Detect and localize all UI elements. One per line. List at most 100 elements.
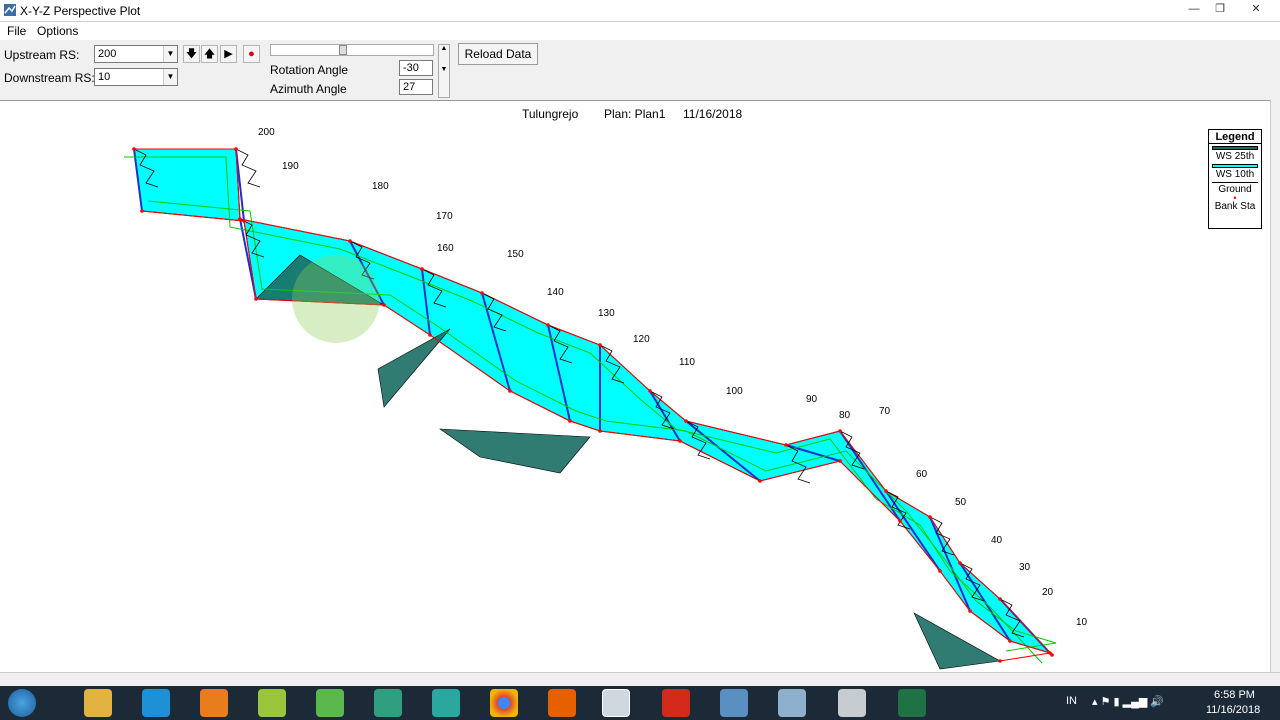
slider-thumb[interactable] bbox=[339, 45, 347, 55]
bank-station-point bbox=[132, 147, 136, 151]
bank-station-point bbox=[568, 419, 572, 423]
station-label: 120 bbox=[633, 334, 650, 345]
app-teal-icon[interactable] bbox=[374, 689, 402, 717]
downstream-label: Downstream RS: bbox=[4, 71, 95, 85]
downstream-select[interactable]: 10 ▼ bbox=[94, 68, 178, 86]
rotation-slider[interactable] bbox=[270, 44, 434, 56]
app-blue-icon[interactable] bbox=[778, 689, 806, 717]
ws25-surface bbox=[438, 428, 591, 474]
station-label: 20 bbox=[1042, 587, 1054, 598]
bank-station-point bbox=[968, 609, 972, 613]
app-gray-icon[interactable] bbox=[838, 689, 866, 717]
station-label: 200 bbox=[258, 127, 275, 138]
bank-station-point bbox=[242, 219, 246, 223]
ras-mapper-icon[interactable] bbox=[720, 689, 748, 717]
bank-station-point bbox=[1008, 639, 1012, 643]
station-label: 80 bbox=[839, 410, 851, 421]
chevron-down-icon: ▼ bbox=[163, 46, 177, 62]
excel-icon[interactable] bbox=[898, 689, 926, 717]
menu-options[interactable]: Options bbox=[37, 24, 78, 38]
window-title: X-Y-Z Perspective Plot bbox=[20, 4, 141, 18]
upstream-value: 200 bbox=[98, 48, 117, 60]
bank-station-point bbox=[382, 303, 386, 307]
start-button[interactable] bbox=[8, 689, 36, 717]
nox-icon[interactable] bbox=[432, 689, 460, 717]
azimuth-input[interactable] bbox=[399, 79, 433, 95]
taskbar: IN ▴ ⚑ ▮ ▂▄▆ 🔊 6:58 PM 11/16/2018 bbox=[0, 686, 1280, 720]
close-button[interactable]: ✕ bbox=[1246, 2, 1266, 16]
bank-station-point bbox=[938, 569, 942, 573]
station-label: 180 bbox=[372, 181, 389, 192]
legend-ws25-swatch bbox=[1212, 146, 1258, 150]
tray-icons[interactable]: ▴ ⚑ ▮ ▂▄▆ 🔊 bbox=[1092, 695, 1164, 708]
minimize-button[interactable]: — bbox=[1184, 2, 1204, 16]
bank-station-point bbox=[758, 479, 762, 483]
record-button[interactable]: ● bbox=[243, 45, 260, 63]
legend-ws10-swatch bbox=[1212, 164, 1258, 168]
bank-station-point bbox=[678, 439, 682, 443]
acrobat-icon[interactable] bbox=[662, 689, 690, 717]
upstream-select[interactable]: 200 ▼ bbox=[94, 45, 178, 63]
bank-station-point bbox=[254, 297, 258, 301]
bank-station-point bbox=[598, 429, 602, 433]
azimuth-label: Azimuth Angle bbox=[270, 82, 347, 96]
bank-station-point bbox=[998, 659, 1002, 663]
firefox-icon[interactable] bbox=[548, 689, 576, 717]
reload-data-button[interactable]: Reload Data bbox=[458, 43, 538, 65]
legend-bank-label: Bank Sta bbox=[1214, 201, 1256, 212]
app-window: X-Y-Z Perspective Plot — ❐ ✕ File Option… bbox=[0, 0, 1280, 686]
legend: Legend WS 25th WS 10th Ground • Bank Sta bbox=[1208, 129, 1262, 229]
arrow-down-icon: 🡇 bbox=[185, 48, 198, 60]
station-label: 170 bbox=[436, 211, 453, 222]
station-label: 10 bbox=[1076, 617, 1088, 628]
language-indicator[interactable]: IN bbox=[1066, 695, 1077, 707]
bank-station-point bbox=[998, 597, 1002, 601]
legend-ws10-label: WS 10th bbox=[1215, 169, 1255, 180]
station-label: 140 bbox=[547, 287, 564, 298]
station-label: 60 bbox=[916, 469, 928, 480]
chrome-icon[interactable] bbox=[490, 689, 518, 717]
station-label: 160 bbox=[437, 243, 454, 254]
station-label: 30 bbox=[1019, 562, 1031, 573]
bank-station-point bbox=[684, 419, 688, 423]
play-icon: ▶ bbox=[224, 48, 233, 60]
media-player-icon[interactable] bbox=[200, 689, 228, 717]
bank-station-point bbox=[884, 489, 888, 493]
legend-ground-swatch bbox=[1212, 182, 1258, 183]
maximize-button[interactable]: ❐ bbox=[1210, 2, 1230, 16]
chevron-down-icon: ▼ bbox=[163, 69, 177, 85]
app-green-icon[interactable] bbox=[316, 689, 344, 717]
vertical-scrollbar[interactable] bbox=[1270, 100, 1280, 672]
clock-date[interactable]: 11/16/2018 bbox=[1206, 704, 1260, 716]
bank-station-point bbox=[234, 147, 238, 151]
downstream-value: 10 bbox=[98, 71, 111, 83]
bank-station-point bbox=[238, 217, 242, 221]
bank-station-point bbox=[546, 323, 550, 327]
title-bar: X-Y-Z Perspective Plot — ❐ ✕ bbox=[0, 0, 1280, 22]
bank-station-point bbox=[958, 561, 962, 565]
hec-ras-icon[interactable] bbox=[602, 689, 630, 717]
station-label: 190 bbox=[282, 161, 299, 172]
arrow-up-icon: 🡅 bbox=[203, 48, 216, 60]
horizontal-scrollbar[interactable] bbox=[0, 672, 1280, 686]
internet-explorer-icon[interactable] bbox=[142, 689, 170, 717]
bank-station-point bbox=[838, 459, 842, 463]
xyz-plot-canvas: 200 190 180 170 160 150 140 130 120 110 100 90 80 70 6… bbox=[124, 127, 1088, 670]
azimuth-spinner[interactable]: ▲ ▼ bbox=[438, 44, 450, 98]
bank-station-point bbox=[1048, 651, 1052, 655]
bank-station-point bbox=[648, 389, 652, 393]
move-down-button[interactable]: 🡇 bbox=[183, 45, 200, 63]
folder-icon[interactable] bbox=[258, 689, 286, 717]
clock-time[interactable]: 6:58 PM bbox=[1214, 689, 1255, 701]
rotation-input[interactable] bbox=[399, 60, 433, 76]
app-icon bbox=[4, 4, 16, 16]
move-up-button[interactable]: 🡅 bbox=[201, 45, 218, 63]
record-icon: ● bbox=[248, 48, 255, 60]
station-label: 50 bbox=[955, 497, 967, 508]
station-label: 40 bbox=[991, 535, 1003, 546]
play-button[interactable]: ▶ bbox=[220, 45, 237, 63]
bank-station-point bbox=[420, 267, 424, 271]
bank-station-point bbox=[140, 209, 144, 213]
file-explorer-icon[interactable] bbox=[84, 689, 112, 717]
menu-file[interactable]: File bbox=[7, 24, 26, 38]
